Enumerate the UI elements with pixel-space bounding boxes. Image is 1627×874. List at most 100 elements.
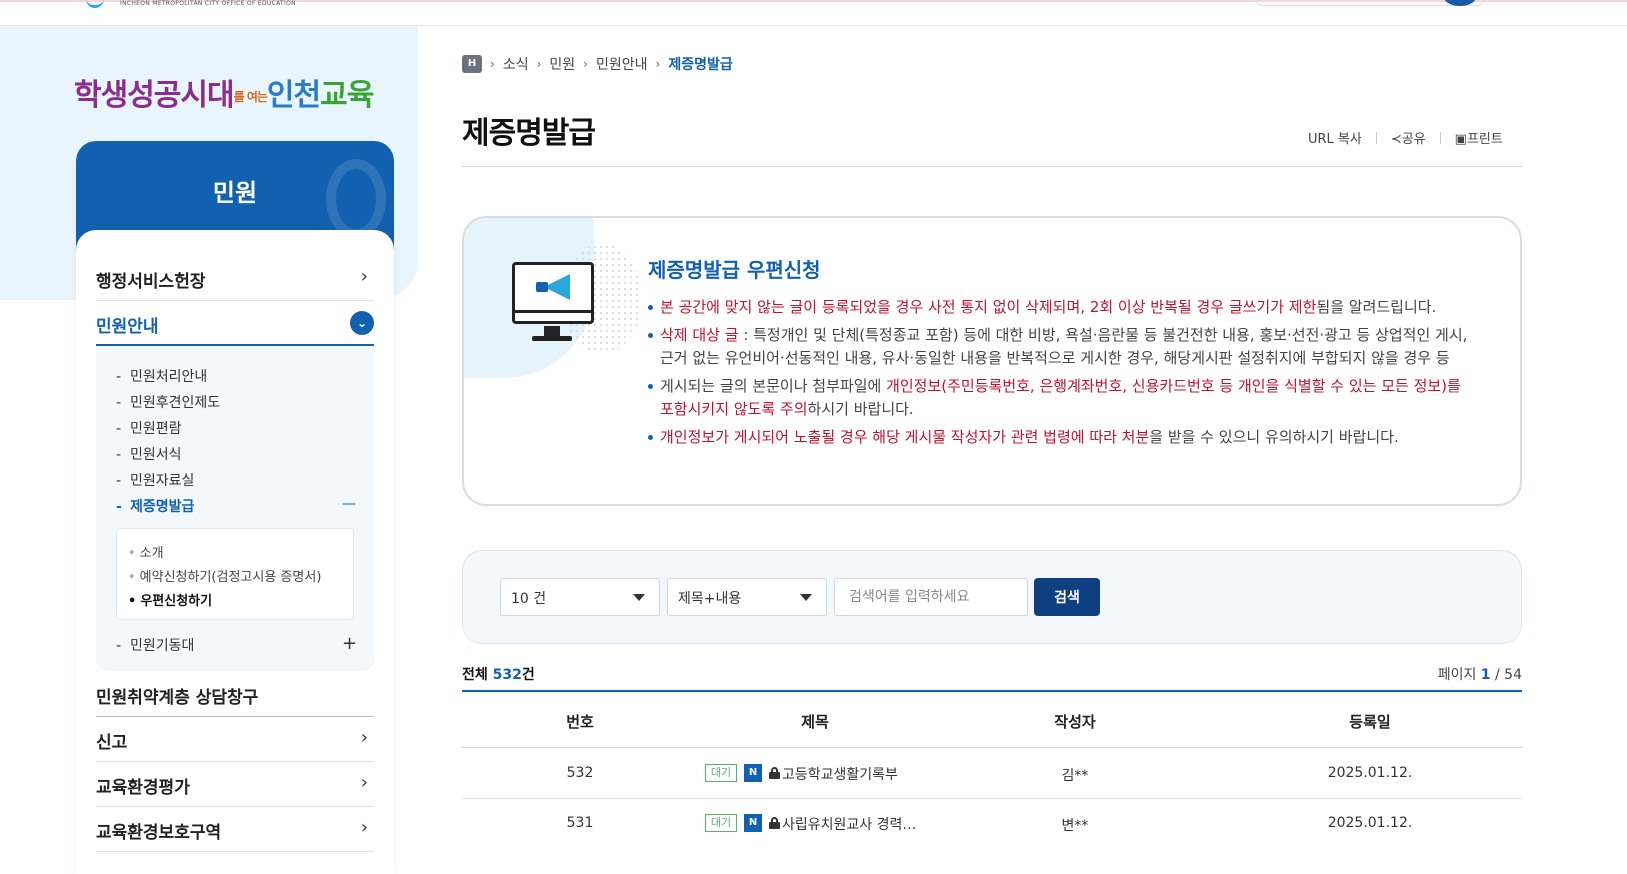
breadcrumb-current[interactable]: 제증명발급 [668, 54, 732, 74]
row-author: 변** [1061, 818, 1089, 834]
breadcrumb-item[interactable]: 민원 [549, 54, 575, 74]
chevron-right-icon: › [536, 57, 542, 71]
notice-item: 삭제 대상 글 : 특정개인 및 단체(특정종교 포함) 등에 대한 비방, 욕… [648, 324, 1478, 370]
submenu-label: 민원자료실 [130, 473, 195, 489]
submenu-label: 민원기동대 [130, 638, 195, 654]
sidebar-item-report[interactable]: 신고 › [96, 717, 374, 762]
third-menu-label: 우편신청하기 [140, 594, 213, 609]
sidebar-item-env-protection[interactable]: 교육환경보호구역 › [96, 807, 374, 852]
chevron-right-icon: › [360, 772, 368, 793]
notice-emphasis: 개인정보가 게시되어 노출될 경우 해당 게시물 작성자가 관련 법령에 따라 … [660, 428, 1150, 446]
monitor-base [532, 336, 572, 341]
column-header-number: 번호 [566, 713, 594, 731]
table-header-border [462, 747, 1522, 748]
notice-item: 개인정보가 게시되어 노출될 경우 해당 게시물 작성자가 관련 법령에 따라 … [648, 426, 1478, 449]
print-label: 프린트 [1466, 132, 1503, 147]
breadcrumb-item[interactable]: 민원안내 [596, 54, 648, 74]
submenu-item-rapid-team[interactable]: - 민원기동대 + [116, 635, 357, 655]
swirl-decoration-icon [326, 159, 386, 239]
submenu-item-processing[interactable]: - 민원처리안내 [116, 366, 207, 386]
row-author: 김** [1061, 768, 1089, 784]
office-logo-icon[interactable] [86, 0, 104, 8]
share-button[interactable]: ≺공유 [1391, 128, 1426, 147]
chevron-right-icon: › [490, 57, 495, 71]
submenu-item-archive[interactable]: - 민원자료실 [116, 470, 194, 490]
page-size-select[interactable]: 10 건 [500, 578, 660, 616]
notice-item: 본 공간에 맞지 않는 글이 등록되었을 경우 사전 통지 없이 삭제되며, 2… [648, 296, 1478, 319]
third-menu-item-reservation[interactable]: • 예약신청하기(검정고시용 증명서) [128, 566, 321, 585]
slogan-part-4: 교육 [320, 78, 374, 113]
notice-box: 제증명발급 우편신청 본 공간에 맞지 않는 글이 등록되었을 경우 사전 통지… [462, 216, 1522, 506]
logo-subtitle: INCHEON METROPOLITAN CITY OFFICE OF EDUC… [120, 0, 296, 7]
total-number: 532 [492, 667, 522, 683]
monitor-stand [544, 326, 560, 336]
third-menu-item-intro[interactable]: • 소개 [128, 542, 164, 561]
page-size-value: 10 건 [511, 591, 547, 607]
page-label: 페이지 [1437, 667, 1477, 683]
slogan-part-1: 학생성공시대 [74, 78, 235, 113]
notice-accent-line [464, 216, 1520, 218]
search-button[interactable]: 검색 [1034, 578, 1100, 616]
row-title-link[interactable]: 사립유치원교사 경력… [782, 814, 916, 834]
submenu-item-guardian[interactable]: - 민원후견인제도 [116, 392, 220, 412]
plus-icon[interactable]: + [342, 635, 357, 653]
submenu-label: 민원후견인제도 [130, 395, 221, 411]
new-badge: N [744, 814, 762, 832]
third-menu-item-mail-request[interactable]: • 우편신청하기 [128, 590, 212, 609]
notice-item: 게시되는 글의 본문이나 첨부파일에 개인정보(주민등록번호, 은행계좌번호, … [648, 375, 1478, 421]
current-page: 1 [1480, 667, 1491, 683]
status-badge: 대기 [705, 764, 737, 782]
site-header: INCHEON METROPOLITAN CITY OFFICE OF EDUC… [0, 0, 1627, 26]
submenu-item-forms[interactable]: - 민원서식 [116, 444, 182, 464]
row-date: 2025.01.12. [1327, 815, 1413, 831]
notice-text: 됨을 알려드립니다. [1316, 298, 1437, 316]
notice-text: 을 받을 수 있으니 유의하시기 바랍니다. [1149, 428, 1399, 446]
slogan-part-2: 를 여는 [233, 90, 268, 104]
slogan-logo: 학생성공시대를 여는인천교육 [74, 70, 374, 114]
lock-icon [769, 767, 780, 779]
page-title: 제증명발급 [462, 116, 596, 151]
home-icon[interactable]: H [462, 55, 482, 73]
search-field-value: 제목+내용 [678, 591, 742, 607]
total-pages: 54 [1504, 667, 1522, 683]
sidebar-item-civil-guide[interactable]: 민원안내 ⌄ [96, 301, 374, 346]
sidebar-item-env-evaluation[interactable]: 교육환경평가 › [96, 762, 374, 807]
divider [1439, 131, 1441, 144]
third-menu-label: 예약신청하기(검정고시용 증명서) [139, 570, 322, 585]
sidebar-item-label: 신고 [96, 733, 128, 753]
sidebar-item-label: 행정서비스헌장 [96, 272, 206, 292]
sidebar-item-admin-charter[interactable]: 행정서비스헌장 › [96, 256, 374, 301]
submenu-item-handbook[interactable]: - 민원편람 [116, 418, 182, 438]
search-field-select[interactable]: 제목+내용 [667, 578, 827, 616]
notice-text: : 특정개인 및 단체(특정종교 포함) 등에 대한 비방, 욕설·음란물 등 … [660, 326, 1468, 367]
row-date: 2025.01.12. [1327, 765, 1413, 781]
share-label: 공유 [1401, 132, 1426, 147]
lock-icon [769, 817, 780, 829]
print-button[interactable]: ▣프린트 [1455, 128, 1503, 147]
third-menu-label: 소개 [139, 546, 164, 561]
search-input[interactable] [834, 578, 1028, 616]
row-number: 532 [566, 765, 594, 781]
submenu-label: 제증명발급 [130, 499, 195, 515]
chevron-right-icon: › [360, 817, 368, 838]
divider [1375, 131, 1377, 144]
breadcrumb-item[interactable]: 소식 [503, 54, 529, 74]
column-header-date: 등록일 [1349, 713, 1391, 731]
chevron-right-icon: › [360, 727, 368, 748]
chevron-down-icon[interactable]: ⌄ [350, 311, 374, 335]
megaphone-icon [536, 274, 576, 300]
chevron-right-icon: › [360, 266, 368, 287]
sidebar-item-vulnerable-counsel[interactable]: 민원취약계층 상담창구 [96, 672, 374, 717]
notice-text: 하시기 바랍니다. [807, 400, 914, 418]
row-title-link[interactable]: 고등학교생활기록부 [782, 764, 898, 784]
column-header-title: 제목 [801, 713, 829, 731]
submenu-item-certificates[interactable]: - 제증명발급 — [116, 496, 356, 516]
share-icon: ≺ [1390, 132, 1402, 147]
url-copy-button[interactable]: URL 복사 [1308, 128, 1362, 147]
notice-emphasis: 삭제 대상 글 [660, 326, 739, 344]
title-divider [462, 166, 1522, 167]
breadcrumb: H › 소식 › 민원 › 민원안내 › 제증명발급 [462, 54, 733, 74]
printer-icon: ▣ [1454, 132, 1467, 147]
total-label: 전체 [462, 667, 488, 683]
notice-list: 본 공간에 맞지 않는 글이 등록되었을 경우 사전 통지 없이 삭제되며, 2… [648, 296, 1478, 454]
